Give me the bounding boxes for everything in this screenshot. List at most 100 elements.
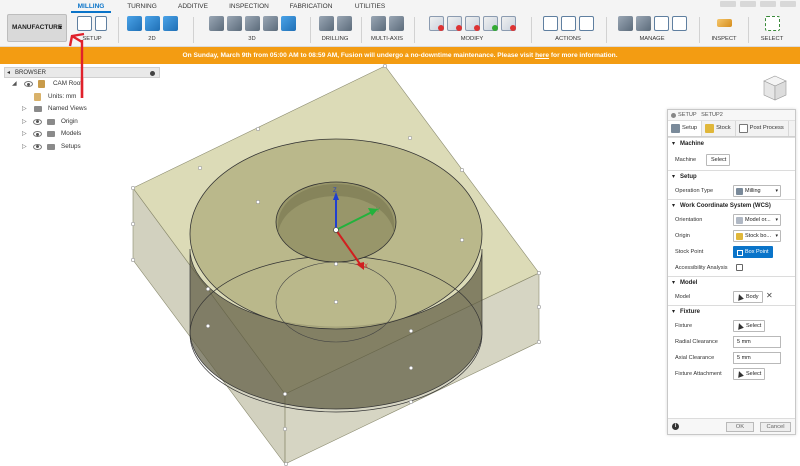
steep-and-shallow-icon[interactable]	[244, 15, 260, 31]
fixture-attachment-button[interactable]: Select	[733, 368, 766, 380]
protect-icon[interactable]	[500, 15, 516, 31]
banner-link[interactable]: here	[535, 52, 549, 59]
expand-icon[interactable]: ◢	[12, 78, 17, 91]
setup-sheet-action-icon[interactable]	[578, 15, 594, 31]
axial-clearance-input[interactable]: 5 mm	[733, 352, 781, 364]
tab-stock[interactable]: Stock	[702, 121, 736, 136]
tool-library-icon[interactable]	[617, 15, 633, 31]
actions-group[interactable]: ACTIONS	[534, 13, 602, 47]
tree-item-cam-root[interactable]: ◢ CAM Root	[4, 78, 160, 91]
suppress-icon[interactable]	[464, 15, 480, 31]
orientation-dropdown[interactable]: Model or...	[733, 214, 781, 226]
measure-icon[interactable]	[716, 19, 732, 27]
view-cube[interactable]	[762, 74, 788, 104]
model-body-button[interactable]: Body	[733, 291, 763, 303]
tab-inspection[interactable]: INSPECTION	[226, 0, 272, 13]
wcs-section-header[interactable]: Work Coordinate System (WCS)	[668, 200, 795, 212]
cancel-button[interactable]: Cancel	[760, 422, 791, 432]
scallop-icon[interactable]	[262, 15, 278, 31]
expand-icon[interactable]: ▷	[22, 103, 27, 116]
cut-icon[interactable]	[428, 15, 444, 31]
setup-group[interactable]: SETUP	[72, 13, 112, 47]
canvas-viewport[interactable]: Z Y X ◂ BROWSER ◢ CAM Root Units: mm ▷ N…	[0, 64, 800, 466]
fixture-section-header[interactable]: Fixture	[668, 306, 795, 318]
browser-pin-icon[interactable]	[150, 71, 155, 76]
pocket-clearing-icon[interactable]	[226, 15, 242, 31]
inspect-group[interactable]: INSPECT	[702, 13, 746, 47]
simulate-icon[interactable]	[542, 15, 558, 31]
modify-group[interactable]: MODIFY	[417, 13, 527, 47]
expand-icon[interactable]: ▷	[22, 141, 27, 154]
select-icon[interactable]	[764, 15, 780, 31]
tab-setup[interactable]: Setup	[668, 121, 703, 136]
2d-group[interactable]: 2D	[121, 13, 183, 47]
tab-utilities[interactable]: UTILITIES	[350, 0, 390, 13]
drill-icon[interactable]	[318, 15, 334, 31]
setup-sheet-icon[interactable]	[95, 15, 107, 31]
fixture-select-button[interactable]: Select	[733, 320, 766, 332]
tree-item-label: CAM Root	[53, 80, 83, 87]
x-axis-label: X	[364, 264, 368, 270]
setup-dialog-title[interactable]: SETUP SETUP2	[668, 110, 795, 121]
manage-group[interactable]: MANAGE	[609, 13, 695, 47]
visibility-eye-icon[interactable]	[33, 143, 42, 150]
setup-icon	[671, 113, 676, 118]
visibility-eye-icon[interactable]	[24, 81, 33, 87]
accessibility-checkbox[interactable]	[736, 264, 743, 271]
ok-button[interactable]: OK	[726, 422, 754, 432]
axial-clearance-row: Axial Clearance 5 mm	[668, 350, 795, 366]
swarf-icon[interactable]	[370, 15, 386, 31]
2d-adaptive-icon[interactable]	[126, 15, 142, 31]
hole-recognition-icon[interactable]	[336, 15, 352, 31]
3d-group-label: 3D	[248, 36, 256, 42]
expand-icon[interactable]: ▷	[22, 116, 27, 129]
select-group[interactable]: SELECT	[750, 13, 794, 47]
face-icon[interactable]	[162, 15, 178, 31]
tab-fabrication[interactable]: FABRICATION	[286, 0, 336, 13]
wcs-origin	[333, 227, 339, 233]
tab-turning[interactable]: TURNING	[124, 0, 160, 13]
tree-item-origin[interactable]: ▷ Origin	[4, 116, 160, 129]
tree-item-models[interactable]: ▷ Models	[4, 128, 160, 141]
tree-item-units[interactable]: Units: mm	[4, 91, 160, 104]
2d-pocket-icon[interactable]	[144, 15, 160, 31]
radial-clearance-input[interactable]: 5 mm	[733, 336, 781, 348]
info-icon[interactable]: i	[672, 423, 679, 430]
ribbon-toolbar: MANUFACTURE ▾ SETUP 2D 3D DRILLING MULTI…	[0, 13, 800, 47]
model-section-header[interactable]: Model	[668, 277, 795, 289]
3d-group[interactable]: 3D	[196, 13, 308, 47]
visibility-eye-icon[interactable]	[33, 131, 42, 137]
delete-icon[interactable]	[446, 15, 462, 31]
enable-icon[interactable]	[482, 15, 498, 31]
contour-icon[interactable]	[280, 15, 296, 31]
workspace-switcher[interactable]: MANUFACTURE ▾	[7, 14, 67, 42]
machine-section-header[interactable]: Machine	[668, 138, 795, 150]
post-process-tab-icon	[738, 124, 748, 133]
operation-type-dropdown[interactable]: Milling	[733, 185, 781, 197]
post-library-icon[interactable]	[671, 15, 687, 31]
tab-post-process[interactable]: Post Process	[736, 121, 789, 136]
tab-additive[interactable]: ADDITIVE	[174, 0, 212, 13]
orientation-row: Orientation Model or...	[668, 212, 795, 228]
setup-section-header[interactable]: Setup	[668, 171, 795, 183]
expand-icon[interactable]: ▷	[22, 128, 27, 141]
tree-item-named-views[interactable]: ▷ Named Views	[4, 103, 160, 116]
origin-dropdown[interactable]: Stock bo...	[733, 230, 781, 242]
operation-type-row: Operation Type Milling	[668, 183, 795, 199]
tree-item-setups[interactable]: ▷ Setups	[4, 141, 160, 154]
post-process-icon[interactable]	[560, 15, 576, 31]
clear-model-icon[interactable]: ✕	[766, 291, 773, 300]
machine-library-icon[interactable]	[635, 15, 651, 31]
template-library-icon[interactable]	[653, 15, 669, 31]
multi-axis-contour-icon[interactable]	[388, 15, 404, 31]
machine-select-button[interactable]: Select	[706, 154, 731, 166]
tab-milling[interactable]: MILLING	[71, 0, 111, 13]
drilling-group[interactable]: DRILLING	[312, 13, 358, 47]
multi-axis-group[interactable]: MULTI-AXIS	[364, 13, 410, 47]
adaptive-clearing-icon[interactable]	[208, 15, 224, 31]
browser-header[interactable]: ◂ BROWSER	[4, 67, 160, 78]
stock-point-button[interactable]: Box Point	[733, 246, 773, 258]
collapse-icon[interactable]: ◂	[7, 68, 10, 78]
new-setup-icon[interactable]	[77, 15, 92, 31]
visibility-eye-icon[interactable]	[33, 118, 42, 125]
